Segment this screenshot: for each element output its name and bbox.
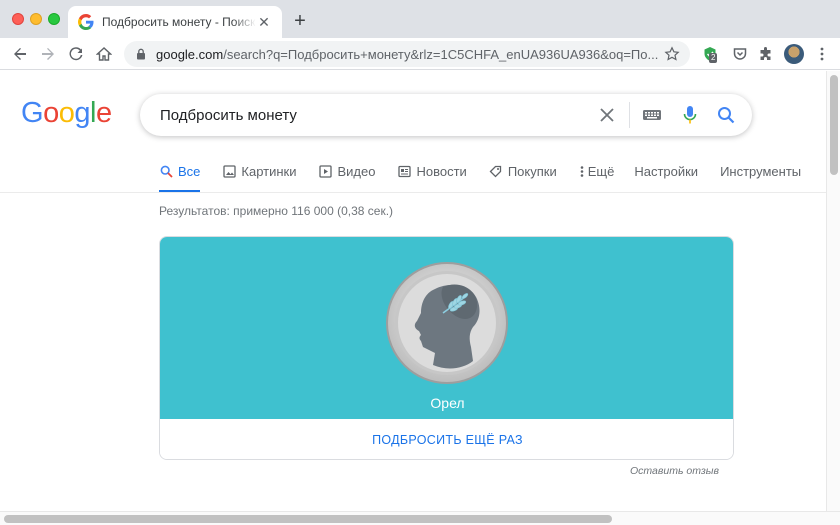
search-nav-tabs: Все Картинки Видео Новости Покупки Ещё Н… <box>159 159 823 193</box>
pocket-icon[interactable] <box>730 44 750 64</box>
tab-news[interactable]: Новости <box>397 159 467 193</box>
browser-menu-icon[interactable] <box>812 44 832 64</box>
google-logo[interactable]: Google <box>21 97 112 130</box>
horizontal-scrollbar[interactable] <box>0 511 840 525</box>
nav-divider <box>0 192 826 193</box>
vertical-scroll-thumb[interactable] <box>830 75 838 175</box>
search-icon <box>159 164 173 178</box>
coin-flip-card: Орел ПОДБРОСИТЬ ЕЩЁ РАЗ <box>159 236 734 460</box>
feedback-link[interactable]: Оставить отзыв <box>630 465 719 477</box>
forward-arrow-icon[interactable] <box>38 44 58 64</box>
browser-tab[interactable]: Подбросить монету - Поиск в Google ✕ <box>68 6 282 38</box>
browser-titlebar: Подбросить монету - Поиск в Google ✕ + <box>0 0 840 38</box>
flip-again-button[interactable]: ПОДБРОСИТЬ ЕЩЁ РАЗ <box>372 433 523 447</box>
tab-close-icon[interactable]: ✕ <box>256 14 272 30</box>
keyboard-icon[interactable] <box>640 103 664 127</box>
horizontal-scroll-thumb[interactable] <box>4 515 612 523</box>
minimize-window-button[interactable] <box>30 13 42 25</box>
image-icon <box>222 164 236 178</box>
results-count: Результатов: примерно 116 000 (0,38 сек.… <box>159 204 394 218</box>
tab-settings[interactable]: Настройки <box>634 159 698 193</box>
tab-label: Картинки <box>241 164 297 179</box>
tab-video[interactable]: Видео <box>319 159 376 193</box>
url-text: google.com/search?q=Подбросить+монету&rl… <box>156 46 658 62</box>
search-icon[interactable] <box>714 103 738 127</box>
flip-again-row: ПОДБРОСИТЬ ЕЩЁ РАЗ <box>160 419 733 459</box>
coin-stage: Орел <box>160 237 733 419</box>
tag-icon <box>489 164 503 178</box>
tab-all[interactable]: Все <box>159 159 201 193</box>
clear-search-icon[interactable] <box>595 103 619 127</box>
tab-label: Ещё <box>587 164 615 179</box>
close-window-button[interactable] <box>12 13 24 25</box>
microphone-icon[interactable] <box>678 103 702 127</box>
coin-heads-icon[interactable] <box>385 261 509 385</box>
bookmark-star-icon[interactable] <box>664 46 680 62</box>
coin-result-label: Орел <box>430 395 465 411</box>
play-icon <box>319 164 333 178</box>
tab-label: Все <box>178 164 201 179</box>
reload-icon[interactable] <box>66 44 86 64</box>
tab-tools[interactable]: Инструменты <box>720 159 801 193</box>
tab-shopping[interactable]: Покупки <box>489 159 557 193</box>
extension-badge: 2 <box>709 53 718 63</box>
google-favicon-icon <box>78 14 94 30</box>
more-vert-icon <box>579 164 585 178</box>
search-divider <box>629 102 630 128</box>
tab-label: Видео <box>337 164 376 179</box>
tab-label: Новости <box>416 164 467 179</box>
news-icon <box>397 164 411 178</box>
tab-label: Настройки <box>634 164 699 179</box>
profile-avatar[interactable] <box>784 44 804 64</box>
tab-title: Подбросить монету - Поиск в Google <box>102 15 256 29</box>
search-box[interactable]: Подбросить монету <box>140 94 752 136</box>
address-bar[interactable]: google.com/search?q=Подбросить+монету&rl… <box>124 41 690 67</box>
search-results-page: Google Подбросить монету Все Картинки Ви… <box>0 71 826 511</box>
back-arrow-icon[interactable] <box>10 44 30 64</box>
search-input[interactable]: Подбросить монету <box>160 107 595 124</box>
extensions-puzzle-icon[interactable] <box>756 44 776 64</box>
maximize-window-button[interactable] <box>48 13 60 25</box>
lock-icon <box>137 48 145 60</box>
tab-images[interactable]: Картинки <box>222 159 297 193</box>
vertical-scrollbar[interactable] <box>826 71 840 511</box>
tab-more[interactable]: Ещё <box>579 159 615 193</box>
tab-label: Инструменты <box>720 164 802 179</box>
new-tab-button[interactable]: + <box>290 11 310 32</box>
tab-label: Покупки <box>507 164 557 179</box>
home-icon[interactable] <box>94 44 114 64</box>
